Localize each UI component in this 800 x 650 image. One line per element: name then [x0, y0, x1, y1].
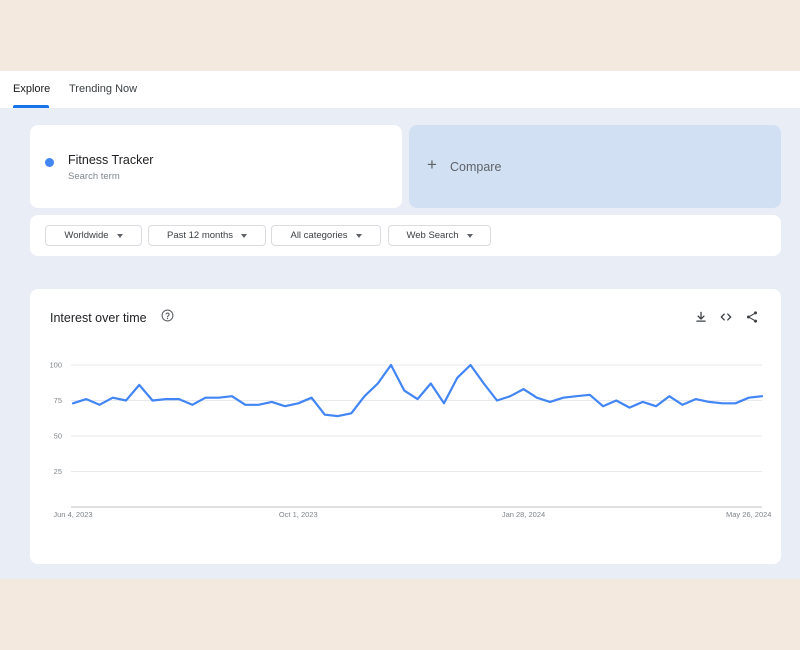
x-tick-label: Jun 4, 2023	[53, 510, 92, 519]
data-point[interactable]	[323, 413, 327, 417]
search-type-filter-label: Web Search	[406, 230, 459, 241]
data-point[interactable]	[588, 393, 592, 397]
tab-bar: Explore Trending Now	[0, 71, 800, 108]
data-point[interactable]	[442, 401, 446, 405]
data-point[interactable]	[376, 381, 380, 385]
tab-trending-now[interactable]: Trending Now	[69, 71, 137, 108]
interest-line-chart: 25 50 75 100 Jun 4, 2023 Oct 1, 2023 Jan 28, …	[49, 361, 771, 520]
data-point[interactable]	[190, 403, 194, 407]
data-point[interactable]	[429, 381, 433, 385]
data-point[interactable]	[561, 396, 565, 400]
data-point[interactable]	[720, 401, 724, 405]
x-tick-label: Jan 28, 2024	[502, 510, 545, 519]
data-point[interactable]	[575, 394, 579, 398]
caret-down-icon	[355, 233, 362, 238]
data-point[interactable]	[243, 403, 247, 407]
plus-icon: +	[427, 155, 437, 174]
location-filter-label: Worldwide	[64, 230, 109, 241]
data-point[interactable]	[217, 396, 221, 400]
data-point[interactable]	[270, 400, 274, 404]
caret-down-icon	[116, 233, 123, 238]
data-point[interactable]	[508, 394, 512, 398]
data-point[interactable]	[257, 403, 261, 407]
caret-down-icon	[466, 233, 473, 238]
data-point[interactable]	[310, 396, 314, 400]
category-filter-dropdown[interactable]: All categories	[271, 225, 381, 246]
caret-down-icon	[241, 233, 247, 238]
data-point[interactable]	[164, 397, 168, 401]
active-tab-indicator	[13, 105, 49, 108]
data-point[interactable]	[151, 399, 155, 403]
data-point[interactable]	[204, 396, 208, 400]
data-point[interactable]	[734, 401, 738, 405]
search-term-card[interactable]: Fitness Tracker Search term	[30, 125, 402, 208]
data-point[interactable]	[363, 394, 367, 398]
compare-label: Compare	[450, 160, 502, 174]
data-point[interactable]	[71, 401, 75, 405]
data-point[interactable]	[111, 396, 115, 400]
time-range-filter-label: Past 12 months	[166, 230, 233, 241]
y-tick-label: 50	[54, 432, 62, 441]
data-point[interactable]	[124, 399, 128, 403]
data-point[interactable]	[230, 394, 234, 398]
data-point[interactable]	[628, 406, 632, 410]
search-type-filter-dropdown[interactable]: Web Search	[388, 225, 491, 246]
data-point[interactable]	[667, 394, 671, 398]
data-point[interactable]	[614, 399, 618, 403]
data-point[interactable]	[84, 397, 88, 401]
data-point[interactable]	[283, 404, 287, 408]
data-point[interactable]	[389, 363, 393, 367]
search-term-name[interactable]: Fitness Tracker	[68, 153, 153, 167]
y-tick-label: 25	[54, 467, 62, 476]
data-point[interactable]	[548, 400, 552, 404]
interest-over-time-card: Interest over time 25 50 75 100 Jun 4, 2023…	[30, 289, 781, 564]
data-point[interactable]	[654, 404, 658, 408]
time-range-filter-dropdown[interactable]: Past 12 months	[148, 225, 266, 246]
data-point[interactable]	[336, 414, 340, 418]
data-point[interactable]	[455, 376, 459, 380]
data-point[interactable]	[137, 383, 141, 387]
data-point[interactable]	[98, 403, 102, 407]
data-point[interactable]	[296, 401, 300, 405]
data-point[interactable]	[707, 400, 711, 404]
series-line-fitness-tracker[interactable]	[71, 363, 764, 418]
category-filter-label: All categories	[290, 230, 348, 241]
data-point[interactable]	[747, 396, 751, 400]
data-point[interactable]	[694, 397, 698, 401]
data-point[interactable]	[482, 381, 486, 385]
data-point[interactable]	[416, 397, 420, 401]
data-point[interactable]	[469, 363, 473, 367]
data-point[interactable]	[641, 400, 645, 404]
data-point[interactable]	[681, 403, 685, 407]
location-filter-dropdown[interactable]: Worldwide	[45, 225, 142, 246]
data-point[interactable]	[177, 397, 181, 401]
data-point[interactable]	[349, 411, 353, 415]
trends-app: Explore Trending Now Fitness Tracker Sea…	[0, 71, 800, 579]
search-term-subtitle: Search term	[68, 171, 120, 182]
y-tick-label: 75	[54, 396, 62, 405]
data-point[interactable]	[495, 399, 499, 403]
data-point[interactable]	[601, 404, 605, 408]
series-color-dot	[45, 158, 54, 167]
tab-explore[interactable]: Explore	[13, 71, 50, 108]
data-point[interactable]	[760, 394, 764, 398]
compare-button[interactable]: + Compare	[409, 125, 781, 208]
x-tick-label: May 26, 2024	[726, 510, 771, 519]
data-point[interactable]	[402, 389, 406, 393]
filters-bar: Worldwide Past 12 months All categories …	[30, 215, 781, 256]
x-tick-label: Oct 1, 2023	[279, 510, 318, 519]
y-tick-label: 100	[49, 361, 62, 370]
data-point[interactable]	[535, 396, 539, 400]
data-point[interactable]	[522, 387, 526, 391]
